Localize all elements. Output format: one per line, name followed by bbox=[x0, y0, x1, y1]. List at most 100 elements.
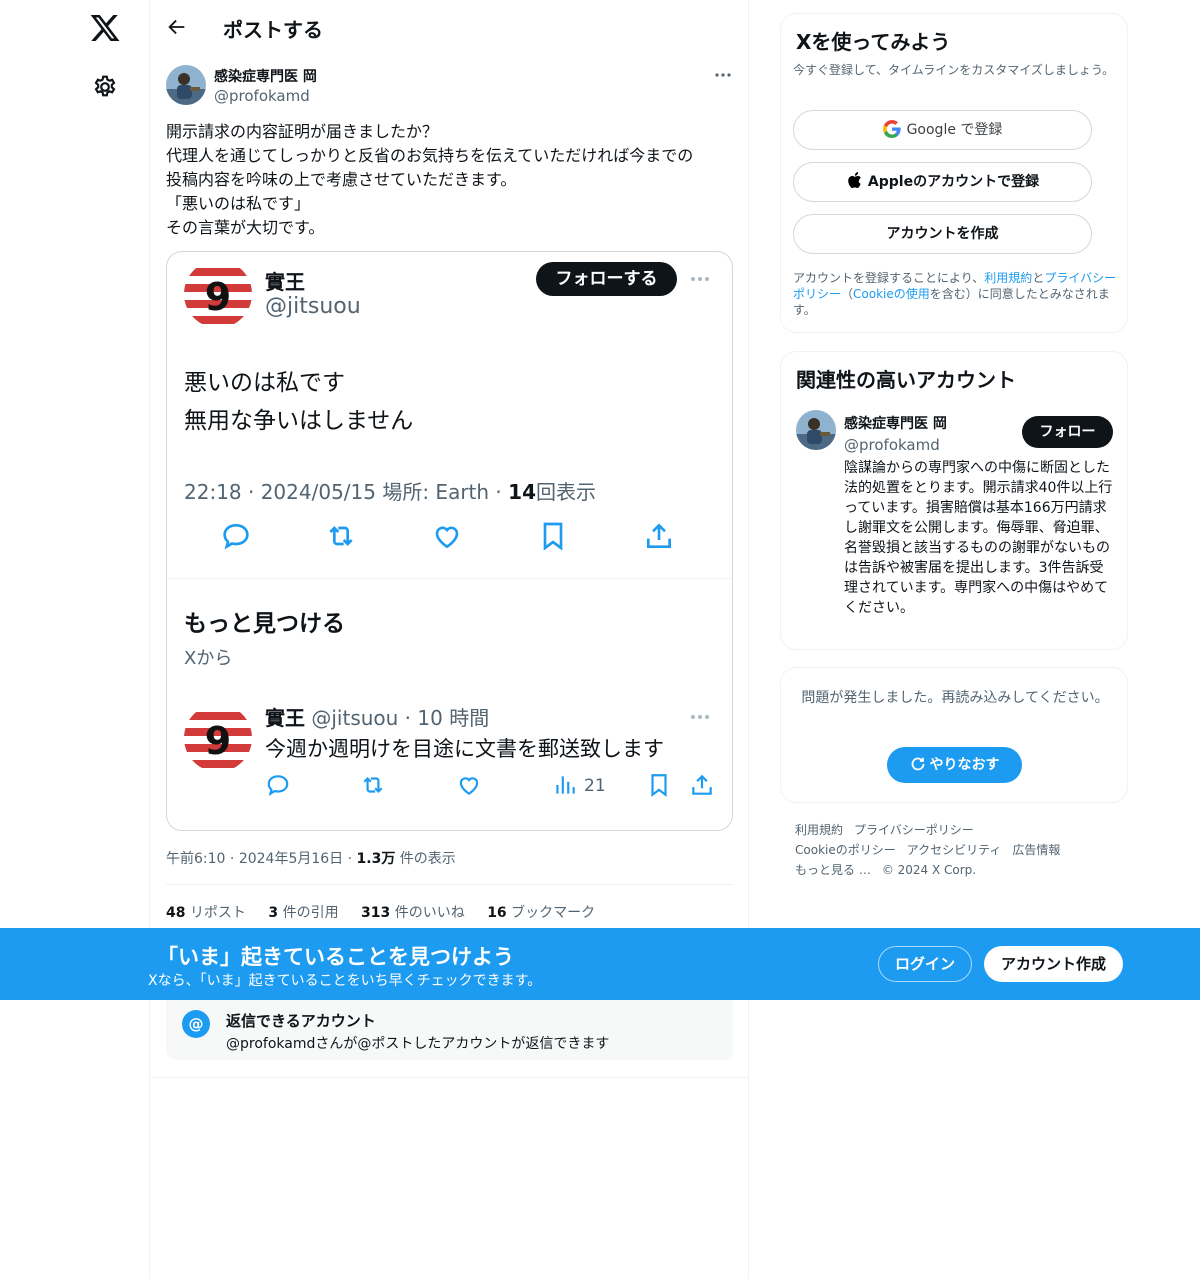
main-column: ポストする 感染症専門医 岡 @profokamd 開示請求の内容証明が届きまし… bbox=[149, 0, 749, 1279]
signup-button[interactable]: アカウント作成 bbox=[984, 946, 1123, 982]
embed-views-count: 14 bbox=[508, 480, 536, 504]
x-logo-icon[interactable] bbox=[88, 12, 122, 44]
embed-views-label: 回表示 bbox=[536, 480, 596, 504]
reposts-stat[interactable]: 48 リポスト bbox=[166, 905, 246, 921]
related-account-bio: 陰謀論からの専門家への中傷に断固とした法的処置をとります。開示請求40件以上行っ… bbox=[844, 460, 1113, 616]
related-post-avatar: 9 bbox=[184, 704, 252, 772]
bookmarks-count: 16 bbox=[487, 905, 507, 921]
reply-icon bbox=[223, 523, 249, 550]
related-accounts-title: 関連性の高いアカウント bbox=[796, 368, 1016, 392]
banner-title: 「いま」起きていることを見つけよう bbox=[157, 945, 514, 969]
bookmark-icon bbox=[543, 522, 563, 551]
repost-icon bbox=[363, 776, 383, 794]
gear-icon[interactable] bbox=[92, 74, 118, 100]
author-handle[interactable]: @profokamd bbox=[214, 87, 310, 105]
bookmarks-stat[interactable]: 16 ブックマーク bbox=[487, 905, 595, 921]
at-icon: @ bbox=[182, 1010, 210, 1038]
post-text-line: 開示請求の内容証明が届きましたか？ bbox=[166, 122, 439, 141]
post-text-line: 投稿内容を吟味の上で考慮させていただきます。 bbox=[166, 170, 517, 189]
divider bbox=[166, 884, 734, 885]
divider bbox=[167, 578, 732, 579]
quotes-stat[interactable]: 3 件の引用 bbox=[268, 905, 338, 921]
footer-copyright: © 2024 X Corp. bbox=[881, 863, 977, 877]
share-icon bbox=[647, 523, 671, 548]
reposts-label: リポスト bbox=[189, 905, 246, 921]
repost-icon bbox=[329, 526, 353, 546]
embed-follow-button: フォローする bbox=[536, 262, 677, 296]
related-post-text: 今週か週明けを目途に文書を郵送致します bbox=[265, 737, 664, 761]
apple-signup-label: Appleのアカウントで登録 bbox=[867, 174, 1040, 190]
retry-label: やりなおす bbox=[929, 757, 1000, 773]
cookie-link[interactable]: Cookieの使用 bbox=[853, 287, 930, 301]
footer-link-ads[interactable]: 広告情報 bbox=[1012, 843, 1060, 857]
post-text-line: 「悪いのは私です」 bbox=[166, 194, 311, 213]
footer-link-terms[interactable]: 利用規約 bbox=[795, 823, 843, 837]
terms-text: アカウントを登録することにより、 bbox=[793, 271, 985, 285]
bookmarks-label: ブックマーク bbox=[511, 905, 596, 921]
related-account-handle[interactable]: @profokamd bbox=[844, 436, 940, 454]
footer-link-privacy[interactable]: プライバシーポリシー bbox=[854, 823, 974, 837]
post-stats: 48 リポスト 3 件の引用 313 件のいいね 16 ブックマーク bbox=[166, 902, 613, 922]
post-text: 開示請求の内容証明が届きましたか？ 代理人を通じてしっかりと反省のお気持ちを伝え… bbox=[166, 120, 736, 240]
follow-button[interactable]: フォロー bbox=[1022, 416, 1113, 448]
like-icon bbox=[459, 777, 479, 795]
footer-link-more[interactable]: もっと見る … bbox=[795, 863, 871, 877]
embed-action-bar bbox=[167, 520, 732, 560]
more-options-icon[interactable] bbox=[712, 66, 734, 84]
signup-card: Xを使ってみよう 今すぐ登録して、タイムラインをカスタマイズしましょう。 Goo… bbox=[780, 13, 1128, 333]
embed-author-name: 實王 bbox=[265, 270, 305, 294]
post-views-label: 件の表示 bbox=[399, 851, 456, 867]
embed-text-line: 無用な争いはしません bbox=[184, 408, 414, 434]
google-signup-button[interactable]: Google で登録 bbox=[793, 110, 1092, 150]
related-post-handle: @jitsuou · 10 時間 bbox=[311, 706, 490, 730]
apple-icon bbox=[848, 172, 861, 188]
banner-subtitle: Xなら、「いま」起きていることをいち早くチェックできます。 bbox=[148, 973, 542, 989]
post-text-line: 代理人を通じてしっかりと反省のお気持ちを伝えていただければ今までの bbox=[166, 146, 694, 165]
refresh-icon bbox=[911, 757, 924, 771]
avatar[interactable] bbox=[796, 410, 836, 450]
views-icon bbox=[556, 776, 575, 794]
author-name[interactable]: 感染症専門医 岡 bbox=[214, 66, 317, 86]
bookmark-icon bbox=[651, 774, 667, 797]
terms-link[interactable]: 利用規約 bbox=[984, 271, 1032, 285]
apple-signup-button[interactable]: Appleのアカウントで登録 bbox=[793, 162, 1092, 202]
reply-restriction-subtitle: @profokamdさんが@ポストしたアカウントが返信できます bbox=[226, 1036, 610, 1052]
post-timestamp: 午前6:10 · 2024年5月16日 · 1.3万 件の表示 bbox=[166, 851, 456, 867]
post-image[interactable]: 9 實王 @jitsuou フォローする 悪いのは私です 無用な争いはしません … bbox=[166, 251, 733, 831]
post-date[interactable]: 2024年5月16日 bbox=[239, 851, 343, 867]
related-account-name[interactable]: 感染症専門医 岡 bbox=[844, 413, 947, 433]
avatar[interactable] bbox=[166, 65, 206, 105]
reply-restriction-title: 返信できるアカウント bbox=[226, 1012, 376, 1030]
embed-text-line: 悪いのは私です bbox=[184, 370, 345, 396]
footer-link-cookie[interactable]: Cookieのポリシー bbox=[795, 843, 896, 857]
footer-link-accessibility[interactable]: アクセシビリティ bbox=[907, 843, 1002, 857]
embed-text: 悪いのは私です 無用な争いはしません bbox=[184, 364, 413, 440]
retry-button[interactable]: やりなおす bbox=[887, 747, 1022, 783]
google-signup-label: Google で登録 bbox=[906, 122, 1003, 138]
reposts-count: 48 bbox=[166, 905, 186, 921]
likes-count: 313 bbox=[361, 905, 391, 921]
post-views-count: 1.3万 bbox=[356, 851, 396, 867]
signup-banner: 「いま」起きていることを見つけよう Xなら、「いま」起きていることをいち早くチェ… bbox=[0, 928, 1200, 1000]
footer-links: 利用規約 プライバシーポリシー Cookieのポリシー アクセシビリティ 広告情報 も… bbox=[795, 820, 1125, 880]
discover-more-subtitle: Xから bbox=[184, 648, 233, 669]
quotes-count: 3 bbox=[268, 905, 279, 921]
back-arrow-icon[interactable] bbox=[166, 16, 188, 38]
reply-restriction-notice: @ 返信できるアカウント @profokamdさんが@ポストしたアカウントが返信… bbox=[166, 1000, 733, 1060]
signup-terms: アカウントを登録することにより、利用規約とプライバシーポリシー（Cookieの使… bbox=[793, 270, 1119, 318]
post-time[interactable]: 午前6:10 bbox=[166, 851, 225, 867]
error-card: 問題が発生しました。再読み込みしてください。 やりなおす bbox=[780, 667, 1128, 803]
left-nav bbox=[0, 0, 150, 1279]
reply-icon bbox=[267, 775, 289, 796]
create-account-button[interactable]: アカウントを作成 bbox=[793, 214, 1092, 254]
divider bbox=[150, 1077, 748, 1078]
quotes-label: 件の引用 bbox=[282, 905, 339, 921]
terms-text: と bbox=[1032, 271, 1045, 285]
embed-avatar: 9 bbox=[184, 260, 252, 328]
embed-meta: 22:18 · 2024/05/15 場所: Earth · 14回表示 bbox=[184, 476, 596, 505]
related-accounts-card: 関連性の高いアカウント 感染症専門医 岡 @profokamd フォロー 陰謀論… bbox=[780, 351, 1128, 650]
embed-author-handle: @jitsuou bbox=[265, 294, 361, 319]
likes-stat[interactable]: 313 件のいいね bbox=[361, 905, 465, 921]
login-button[interactable]: ログイン bbox=[878, 946, 972, 982]
more-options-icon bbox=[691, 715, 709, 719]
